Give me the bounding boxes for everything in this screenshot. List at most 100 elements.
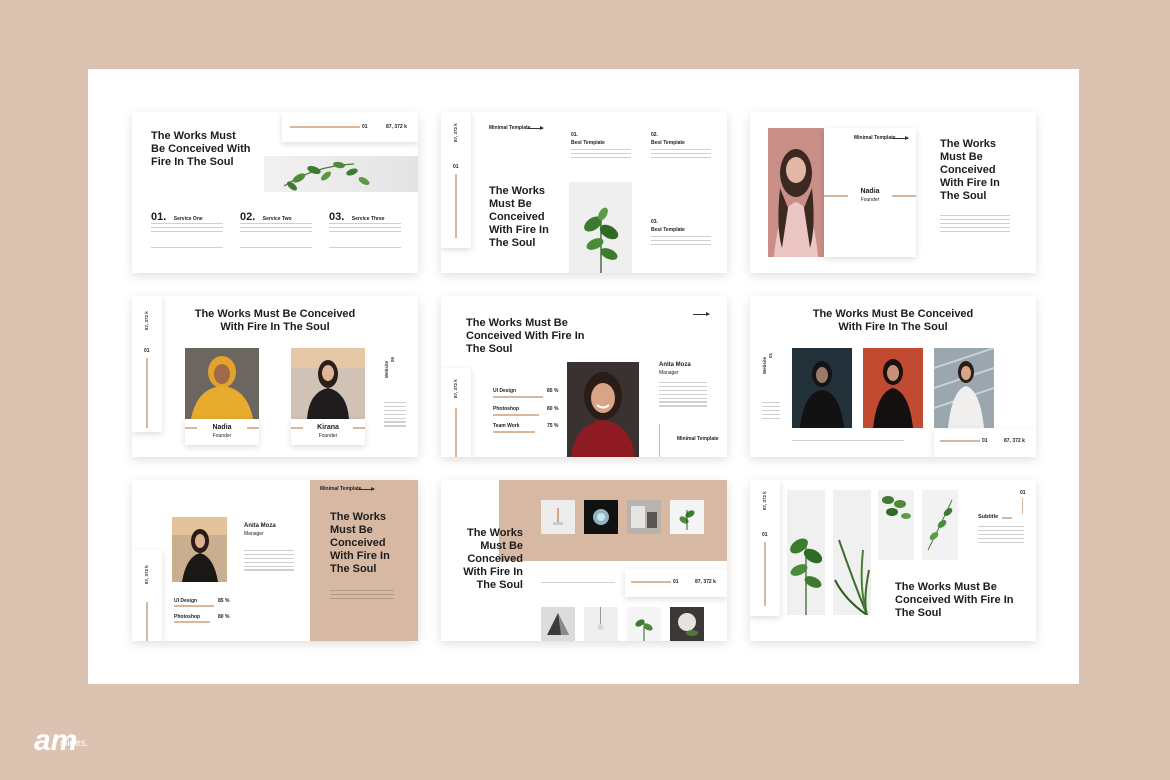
side-bar [764, 542, 766, 606]
gallery-photo-2 [584, 500, 618, 534]
body-text [659, 382, 707, 409]
arrow-right-icon [693, 312, 710, 316]
body-text [940, 215, 1010, 234]
tan-panel: Minimal Template The Works Must Be Conce… [310, 480, 418, 641]
website-number: 05 [390, 356, 395, 362]
portrait-icon [863, 348, 923, 428]
skill-bar [493, 431, 535, 433]
skill-value: 80 % [547, 406, 559, 412]
slide-title: The Works Must Be Conceived With Fire In… [194, 308, 356, 333]
skill-bar [174, 605, 214, 607]
side-num: 01 [144, 348, 150, 354]
slide-4[interactable]: 87, 372 k 01 The Works Must Be Conceived… [132, 296, 418, 457]
stat-card: 01 87, 372 k [282, 112, 418, 142]
flower-icon [593, 509, 609, 525]
slide-title: The Works Must Be Conceived With Fire In… [466, 317, 585, 355]
gallery-photo-5 [541, 607, 575, 641]
slide-title: The Works Must Be Conceived With Fire In… [895, 581, 1014, 619]
skill-label: UI Design [493, 388, 517, 394]
slide-7[interactable]: Minimal Template The Works Must Be Conce… [132, 480, 418, 641]
slide-6[interactable]: The Works Must Be Conceived With Fire In… [750, 296, 1036, 457]
woman-photo [172, 517, 227, 582]
skill-label: Photoshop [174, 614, 201, 620]
side-stat: 87, 372 k [453, 379, 458, 398]
name-card: Nadia Founder [185, 419, 259, 445]
person-photo-3 [934, 348, 994, 428]
person-name: Anita Moza [244, 523, 276, 529]
side-num: 01 [453, 164, 459, 170]
slide-title: The Works Must Be Conceived With Fire In… [330, 511, 390, 575]
interior-icon [631, 506, 657, 528]
plant-photo-3 [878, 490, 914, 560]
person-photo-kirana [291, 348, 365, 419]
stat-value: 87, 372 k [386, 124, 407, 130]
person-photo-1 [792, 348, 852, 428]
skill-bar [174, 621, 210, 623]
plant-icon [834, 539, 870, 616]
leaf-icon [679, 510, 695, 530]
skill-label: Photoshop [493, 406, 520, 412]
slide-3[interactable]: Minimal Template Nadia Founder The Works… [750, 112, 1036, 273]
stat-card: 01 87, 372 k [625, 569, 727, 597]
body-text [978, 526, 1024, 545]
caption-text [792, 440, 904, 444]
body-text [330, 590, 394, 602]
plant-photo-4 [922, 490, 958, 560]
slide-8[interactable]: The Works Must Be Conceived With Fire In… [441, 480, 727, 641]
accent-bar [1002, 517, 1012, 519]
arrow-right-icon [358, 487, 375, 491]
leaf-icon [927, 499, 953, 551]
arrow-right-icon [892, 136, 909, 140]
arrow-right-icon [527, 126, 544, 130]
feature-label: Best Template [651, 140, 685, 146]
feature-number: 02. [651, 132, 658, 138]
caption-text [541, 582, 615, 586]
person-role: Founder [212, 433, 232, 439]
person-name: Nadia [860, 188, 880, 195]
template-footer: Minimal Template [677, 436, 719, 442]
accent-bar [247, 427, 259, 429]
website-label: Website [384, 360, 389, 378]
person-role: Founder [860, 197, 880, 203]
plant-icon [790, 538, 823, 615]
service-number: 02. [240, 211, 256, 223]
plant-photo-2 [833, 490, 871, 616]
leaf-icon [283, 161, 370, 191]
slide-title: The Works Must Be Conceived With Fire In… [940, 138, 1000, 202]
corner-number: 01 [1020, 490, 1026, 496]
stat-bar [940, 440, 980, 442]
portrait-icon [291, 348, 365, 419]
stat-bar [631, 581, 671, 583]
portrait-icon [934, 348, 994, 428]
side-stat: 87, 372 k [762, 491, 767, 510]
lamp-icon [553, 508, 563, 525]
service-number: 01. [151, 211, 167, 223]
feature-two: 02. Best Template [651, 132, 719, 159]
person-photo-2 [863, 348, 923, 428]
side-card: 87, 372 k [441, 368, 471, 457]
slide-title: The Works Must Be Conceived With Fire In… [151, 130, 251, 168]
stat-small: 01 [673, 579, 679, 585]
stat-card: 01 87, 372 k [934, 429, 1036, 457]
name-card: Kirana Founder [291, 419, 365, 445]
accent-line [659, 424, 660, 457]
skill-value: 80 % [218, 614, 230, 620]
feature-three: 03. Best Template [651, 219, 719, 246]
skill-label: Team Work [493, 423, 520, 429]
service-one: 01. Service One [151, 207, 237, 249]
gallery-photo-1 [541, 500, 575, 534]
portrait-icon [774, 149, 818, 257]
gallery-photo-8 [670, 607, 704, 641]
slide-1[interactable]: The Works Must Be Conceived With Fire In… [132, 112, 418, 273]
gallery-photo-6 [584, 607, 618, 641]
skill-bar [493, 396, 543, 398]
accent-bar [353, 427, 365, 429]
slide-9[interactable]: 87, 372 k 01 Subtitle 01 The Works Must … [750, 480, 1036, 641]
woman-photo [768, 128, 824, 257]
body-text [384, 402, 406, 429]
skill-value: 85 % [218, 598, 230, 604]
skill-label: UI Design [174, 598, 198, 604]
service-label: Service Three [351, 216, 385, 222]
slide-2[interactable]: 87, 372 k 01 Minimal Template The Works … [441, 112, 727, 273]
slide-5[interactable]: The Works Must Be Conceived With Fire In… [441, 296, 727, 457]
